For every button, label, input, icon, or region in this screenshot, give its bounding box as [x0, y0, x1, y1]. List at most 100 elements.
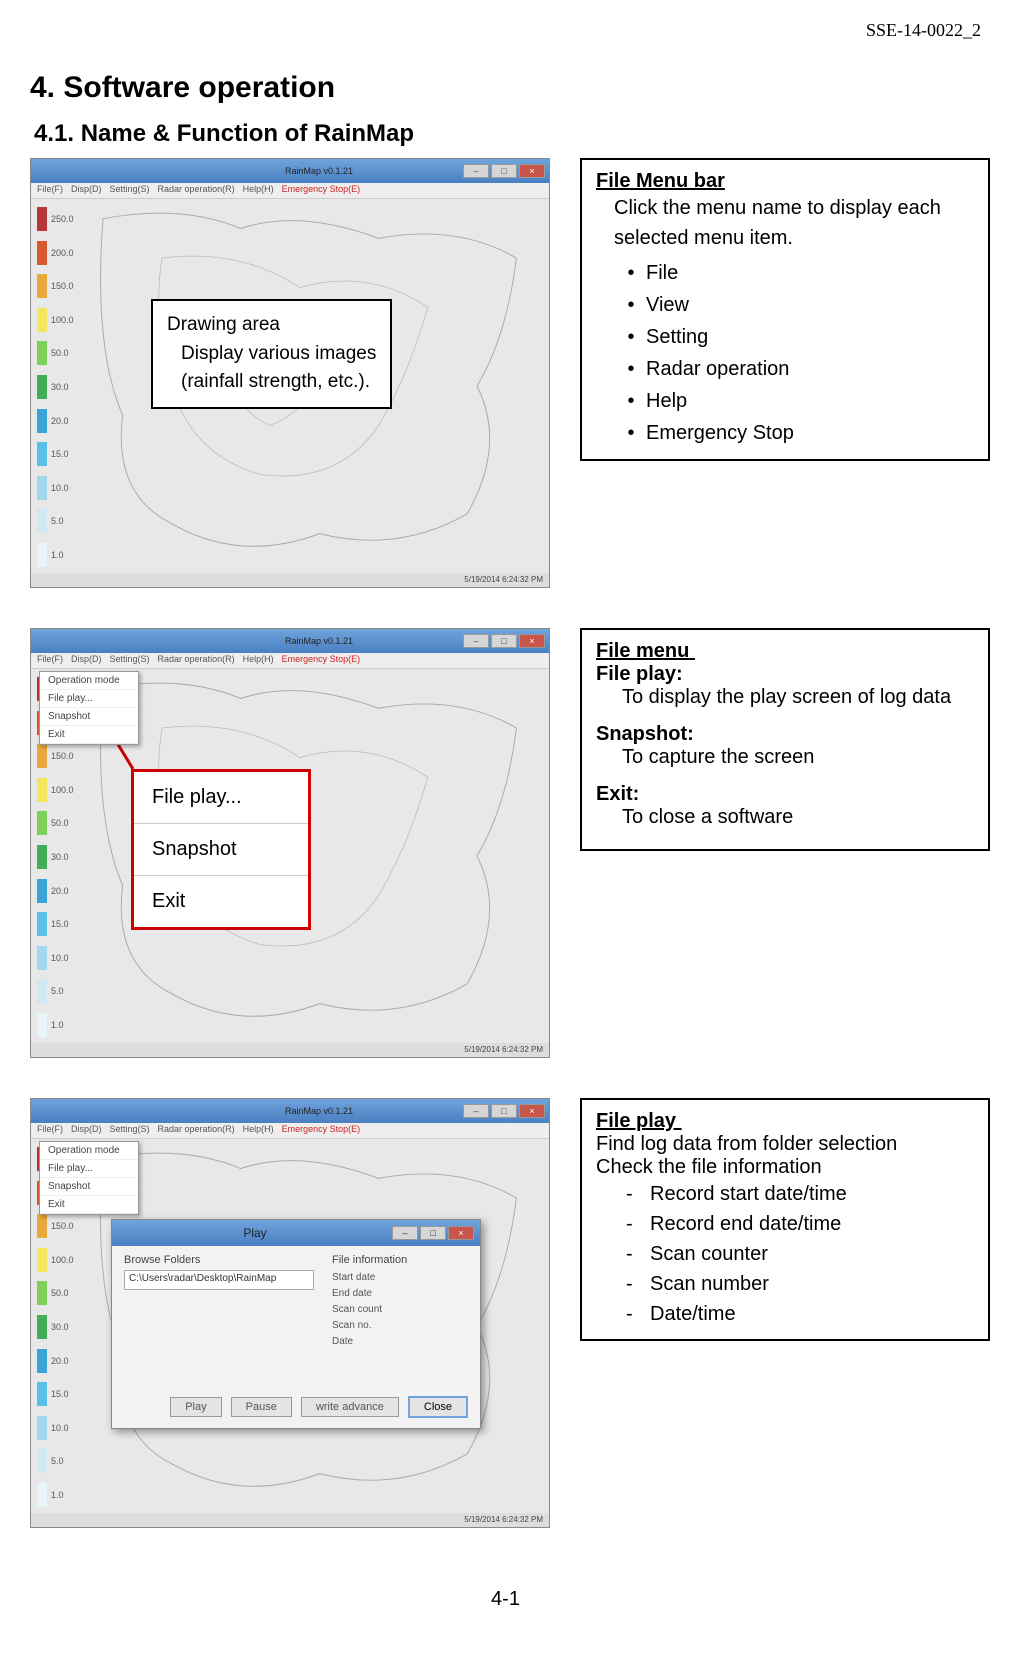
info-subhead: Exit: — [596, 783, 974, 806]
screenshot-main: RainMap v0.1.21 – □ × File(F) Disp(D) Se… — [30, 158, 550, 588]
window-title: RainMap v0.1.21 — [285, 166, 353, 176]
popup-item[interactable]: Exit — [134, 875, 308, 927]
minimize-button[interactable]: – — [463, 1104, 489, 1118]
file-dropdown: Operation mode File play... Snapshot Exi… — [39, 671, 139, 745]
play-button[interactable]: Play — [170, 1397, 221, 1417]
screenshot-fileplay: RainMap v0.1.21 – □ × File(F) Disp(D) Se… — [30, 1098, 550, 1528]
status-bar: 5/19/2014 6:24:32 PM — [31, 573, 549, 587]
info-box-filemenu: File menu File play: To display the play… — [580, 628, 990, 851]
dialog-maximize[interactable]: □ — [420, 1226, 446, 1240]
close-button[interactable]: × — [519, 1104, 545, 1118]
callout-title: Drawing area — [167, 311, 376, 340]
bullet-item: Help — [646, 385, 687, 417]
info-title: File Menu bar — [596, 170, 974, 193]
info-subdesc: To close a software — [622, 806, 974, 829]
play-dialog: Play – □ × Browse Folders C:\Users\radar… — [111, 1219, 481, 1429]
info-subhead: Snapshot: — [596, 723, 974, 746]
menu-bar: File(F) Disp(D) Setting(S) Radar operati… — [31, 653, 549, 669]
menu-item[interactable]: Radar operation(R) — [158, 184, 235, 197]
minimize-button[interactable]: – — [463, 164, 489, 178]
dropdown-item[interactable]: Operation mode — [40, 1142, 138, 1160]
close-button[interactable]: Close — [408, 1396, 468, 1418]
bullet-item: View — [646, 289, 689, 321]
window-titlebar: RainMap v0.1.21 – □ × — [31, 1099, 549, 1123]
menu-item[interactable]: Help(H) — [243, 654, 274, 667]
menu-item[interactable]: Help(H) — [243, 1124, 274, 1137]
callout-drawing-area: Drawing area Display various images (rai… — [151, 299, 392, 409]
bullet-item: Emergency Stop — [646, 417, 794, 449]
file-dropdown: Operation mode File play... Snapshot Exi… — [39, 1141, 139, 1215]
info-line: Find log data from folder selection — [596, 1133, 974, 1156]
maximize-button[interactable]: □ — [491, 164, 517, 178]
info-box-menubar: File Menu bar Click the menu name to dis… — [580, 158, 990, 461]
menu-item[interactable]: Disp(D) — [71, 654, 102, 667]
window-titlebar: RainMap v0.1.21 – □ × — [31, 159, 549, 183]
status-bar: 5/19/2014 6:24:32 PM — [31, 1043, 549, 1057]
popup-file-menu: File play... Snapshot Exit — [131, 769, 311, 930]
advance-button[interactable]: write advance — [301, 1397, 399, 1417]
heading-1: 4. Software operation — [30, 71, 981, 105]
info-title: File play — [596, 1110, 974, 1133]
section-2: RainMap v0.1.21 – □ × File(F) Disp(D) Se… — [30, 628, 981, 1058]
menu-item[interactable]: Disp(D) — [71, 1124, 102, 1137]
section-3: RainMap v0.1.21 – □ × File(F) Disp(D) Se… — [30, 1098, 981, 1528]
maximize-button[interactable]: □ — [491, 634, 517, 648]
menu-item[interactable]: Radar operation(R) — [158, 654, 235, 667]
dash-item: Record start date/time — [650, 1179, 847, 1209]
popup-item[interactable]: Snapshot — [134, 823, 308, 875]
pause-button[interactable]: Pause — [231, 1397, 292, 1417]
menu-item[interactable]: Setting(S) — [110, 1124, 150, 1137]
dash-item: Record end date/time — [650, 1209, 841, 1239]
dropdown-item[interactable]: Snapshot — [40, 708, 138, 726]
menu-item-emergency[interactable]: Emergency Stop(E) — [282, 1124, 361, 1137]
menu-item-emergency[interactable]: Emergency Stop(E) — [282, 654, 361, 667]
info-subdesc: To display the play screen of log data — [622, 686, 974, 709]
dropdown-item[interactable]: Operation mode — [40, 672, 138, 690]
minimize-button[interactable]: – — [463, 634, 489, 648]
bullet-item: Radar operation — [646, 353, 789, 385]
dropdown-item[interactable]: Exit — [40, 1196, 138, 1214]
callout-line: (rainfall strength, etc.). — [181, 368, 376, 397]
popup-item[interactable]: File play... — [134, 772, 308, 823]
dialog-title: Play — [118, 1226, 392, 1240]
dialog-close[interactable]: × — [448, 1226, 474, 1240]
menu-item[interactable]: File(F) — [37, 1124, 63, 1137]
menu-item-emergency[interactable]: Emergency Stop(E) — [282, 184, 361, 197]
info-desc: Click the menu name to display each sele… — [614, 193, 974, 253]
menu-item[interactable]: File(F) — [37, 654, 63, 667]
info-box-fileplay: File play Find log data from folder sele… — [580, 1098, 990, 1341]
dropdown-item[interactable]: Exit — [40, 726, 138, 744]
bullet-item: File — [646, 257, 678, 289]
callout-line: Display various images — [181, 340, 376, 369]
dropdown-item[interactable]: Snapshot — [40, 1178, 138, 1196]
menu-item[interactable]: File(F) — [37, 184, 63, 197]
dropdown-item[interactable]: File play... — [40, 690, 138, 708]
menu-bar: File(F) Disp(D) Setting(S) Radar operati… — [31, 1123, 549, 1139]
info-line: Check the file information — [596, 1156, 974, 1179]
dash-item: Scan counter — [650, 1239, 768, 1269]
bullet-item: Setting — [646, 321, 708, 353]
dash-item: Date/time — [650, 1299, 736, 1329]
file-info-label: File information — [332, 1254, 407, 1266]
menu-item[interactable]: Setting(S) — [110, 654, 150, 667]
menu-item[interactable]: Radar operation(R) — [158, 1124, 235, 1137]
file-info-list: Start date End date Scan count Scan no. … — [332, 1270, 407, 1350]
maximize-button[interactable]: □ — [491, 1104, 517, 1118]
page-number: 4-1 — [30, 1588, 981, 1611]
dialog-minimize[interactable]: – — [392, 1226, 418, 1240]
menu-item[interactable]: Disp(D) — [71, 184, 102, 197]
screenshot-filemenu: RainMap v0.1.21 – □ × File(F) Disp(D) Se… — [30, 628, 550, 1058]
status-bar: 5/19/2014 6:24:32 PM — [31, 1513, 549, 1527]
dropdown-item[interactable]: File play... — [40, 1160, 138, 1178]
close-button[interactable]: × — [519, 164, 545, 178]
close-button[interactable]: × — [519, 634, 545, 648]
info-subhead: File play: — [596, 663, 974, 686]
window-title: RainMap v0.1.21 — [285, 1106, 353, 1116]
menu-item[interactable]: Setting(S) — [110, 184, 150, 197]
info-title: File menu — [596, 640, 974, 663]
info-subdesc: To capture the screen — [622, 746, 974, 769]
section-1: RainMap v0.1.21 – □ × File(F) Disp(D) Se… — [30, 158, 981, 588]
menu-item[interactable]: Help(H) — [243, 184, 274, 197]
browse-label: Browse Folders — [124, 1254, 314, 1266]
folder-path-input[interactable]: C:\Users\radar\Desktop\RainMap — [124, 1270, 314, 1290]
